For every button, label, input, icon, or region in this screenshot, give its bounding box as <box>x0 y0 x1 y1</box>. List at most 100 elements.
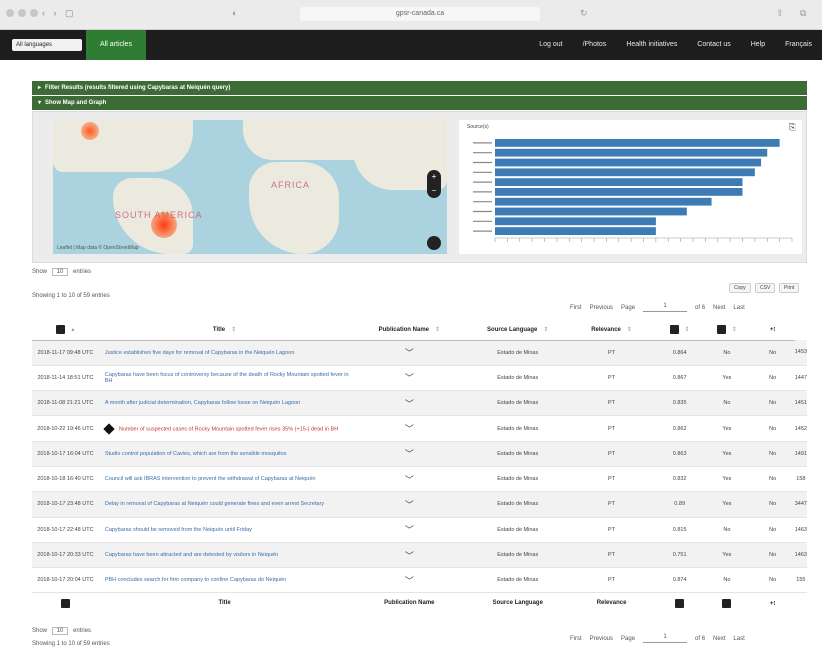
locate-icon[interactable] <box>427 236 441 250</box>
table-row[interactable]: 2018-10-17 22:48 UTC Capybaras should be … <box>32 517 807 543</box>
table-row[interactable]: 2018-10-17 16:04 UTC Studio control popul… <box>32 441 807 467</box>
sort-icon[interactable]: ⇕ <box>543 327 548 333</box>
zoom-out-icon[interactable]: − <box>427 184 441 198</box>
window-controls[interactable] <box>6 9 38 17</box>
table-row[interactable]: 2018-11-14 18:51 UTC Capybaras have been … <box>32 365 807 392</box>
minimize-dot[interactable] <box>18 9 26 17</box>
previous-page-link[interactable]: Previous <box>590 305 613 311</box>
expand-chevron-icon[interactable]: ﹀ <box>350 542 469 569</box>
table-row[interactable]: 2018-11-08 21:21 UTC A month after judici… <box>32 390 807 417</box>
sort-icon[interactable]: ⇕ <box>685 327 690 333</box>
chart-bar[interactable] <box>495 227 656 235</box>
world-map[interactable]: SOUTH AMERICA AFRICA + − Leaflet | Map d… <box>53 120 447 254</box>
tabs-icon[interactable]: ⧉ <box>800 8 806 19</box>
expand-chevron-icon[interactable]: ﹀ <box>350 567 469 594</box>
cell-title[interactable]: Capybaras have been focus of controversy… <box>98 365 351 392</box>
map-hotspot-north[interactable] <box>81 122 99 140</box>
map-hotspot-brazil[interactable] <box>151 212 177 238</box>
chart-bar[interactable] <box>495 148 768 157</box>
next-page-link[interactable]: Next <box>713 305 725 311</box>
chevron-down-icon: ▾ <box>38 100 42 106</box>
page-input[interactable]: 1 <box>643 303 688 312</box>
share-icon[interactable]: ⇪ <box>776 8 784 19</box>
publication-col-header[interactable]: Publication Name ⇕ <box>350 320 469 341</box>
table-row[interactable]: 2018-10-17 23:48 UTC Delay in removal of … <box>32 491 807 518</box>
expand-chevron-icon[interactable]: ﹀ <box>350 390 469 417</box>
all-articles-button[interactable]: All articles <box>86 30 146 60</box>
chart-bar[interactable] <box>495 197 712 206</box>
table-row[interactable]: 2018-10-18 16:40 UTC Council will ask IBR… <box>32 466 807 493</box>
nav-link-photos[interactable]: /Photos <box>573 30 617 60</box>
print-button[interactable]: Print <box>779 283 800 293</box>
map-zoom-control[interactable]: + − <box>427 170 441 198</box>
chart-bar[interactable] <box>495 178 743 186</box>
table-row[interactable]: 2018-11-17 09:48 UTC Justice establishes … <box>32 340 807 366</box>
shield-icon[interactable]: ◐ <box>232 8 237 18</box>
sort-icon[interactable]: ⇕ <box>231 327 236 333</box>
nav-link-health[interactable]: Health initiatives <box>616 30 687 60</box>
entries-select[interactable]: 10 <box>51 627 69 635</box>
sort-icon[interactable]: ⇕ <box>732 327 737 333</box>
expand-chevron-icon[interactable]: ﹀ <box>350 441 469 467</box>
table-row[interactable]: 2018-10-17 20:04 UTC PBH concludes search… <box>32 567 807 594</box>
cell-title[interactable]: Number of suspected cases of Rocky Mount… <box>98 415 351 442</box>
cell-title[interactable]: Capybaras should be removed from the Nei… <box>98 517 351 543</box>
title-col-header[interactable]: Title ⇕ <box>98 320 351 341</box>
cell-title[interactable]: Studio control population of Cavies, whi… <box>98 441 351 467</box>
nav-link-contact[interactable]: Contact us <box>687 30 740 60</box>
flag-col-header[interactable]: ⇕ <box>656 320 704 341</box>
expand-chevron-icon[interactable]: ﹀ <box>350 466 469 493</box>
reload-icon[interactable]: ↻ <box>580 8 588 19</box>
cell-title[interactable]: Council will ask IBRAS intervention to p… <box>98 466 351 493</box>
next-page-link[interactable]: Next <box>713 636 725 642</box>
expand-chevron-icon[interactable]: ﹀ <box>350 340 469 366</box>
last-page-link[interactable]: Last <box>733 305 744 311</box>
count-col-header[interactable]: +⁝ <box>750 320 795 341</box>
chart-bar[interactable] <box>495 158 762 167</box>
page-input[interactable]: 1 <box>643 634 688 643</box>
language-col-header[interactable]: Source Language ⇕ <box>468 320 568 341</box>
show-map-graph-bar[interactable]: ▾ Show Map and Graph <box>32 96 807 110</box>
address-bar[interactable]: gpsr-canada.ca <box>300 7 540 21</box>
previous-page-link[interactable]: Previous <box>590 636 613 642</box>
cell-title[interactable]: Capybaras have been attracted and are de… <box>98 542 351 569</box>
browser-nav-buttons[interactable]: ‹ › ▢ <box>42 8 77 19</box>
nav-link-help[interactable]: Help <box>741 30 775 60</box>
expand-chevron-icon[interactable]: ﹀ <box>350 365 469 392</box>
title-text[interactable]: Number of suspected cases of Rocky Mount… <box>119 426 338 432</box>
sort-icon[interactable]: ▴ <box>71 327 74 333</box>
expand-chevron-icon[interactable]: ﹀ <box>350 415 469 442</box>
chart-bar[interactable] <box>495 168 755 177</box>
relevance-col-header[interactable]: Relevance ⇕ <box>567 320 657 341</box>
entries-select[interactable]: 10 <box>51 268 69 276</box>
nav-link-logout[interactable]: Log out <box>529 30 572 60</box>
close-dot[interactable] <box>6 9 14 17</box>
last-page-link[interactable]: Last <box>733 636 744 642</box>
first-page-link[interactable]: First <box>570 305 582 311</box>
expand-chevron-icon[interactable]: ﹀ <box>350 517 469 543</box>
download-icon[interactable]: ⎘ <box>789 122 796 133</box>
chart-bar[interactable] <box>495 217 656 226</box>
csv-button[interactable]: CSV <box>755 283 776 293</box>
cell-title[interactable]: Delay in removal of Capybaras at Neiquén… <box>98 491 351 518</box>
chart-bar[interactable] <box>495 207 687 216</box>
sort-icon[interactable]: ⇕ <box>435 327 440 333</box>
chart-bar[interactable] <box>495 188 743 196</box>
zoom-in-icon[interactable]: + <box>427 170 441 184</box>
cell-title[interactable]: A month after judicial determination, Ca… <box>98 390 351 417</box>
chart-bar[interactable] <box>495 139 780 147</box>
duplicate-col-header[interactable]: ⇕ <box>703 320 751 341</box>
sort-icon[interactable]: ⇕ <box>627 327 632 333</box>
first-page-link[interactable]: First <box>570 636 582 642</box>
table-row[interactable]: 2018-10-17 20:33 UTC Capybaras have been … <box>32 542 807 569</box>
copy-button[interactable]: Copy <box>729 283 751 293</box>
zoom-dot[interactable] <box>30 9 38 17</box>
date-col-header[interactable]: ▴ <box>32 320 99 341</box>
expand-chevron-icon[interactable]: ﹀ <box>350 491 469 518</box>
language-select[interactable]: All languages <box>12 39 82 51</box>
cell-title[interactable]: PBH concludes search for firm company to… <box>98 567 351 594</box>
table-row[interactable]: 2018-10-22 19:46 UTC Number of suspected … <box>32 415 807 442</box>
cell-title[interactable]: Justice establishes five days for remova… <box>98 340 351 366</box>
filter-results-bar[interactable]: ▸ Filter Results (results filtered using … <box>32 81 807 95</box>
nav-link-french[interactable]: Français <box>775 30 822 60</box>
